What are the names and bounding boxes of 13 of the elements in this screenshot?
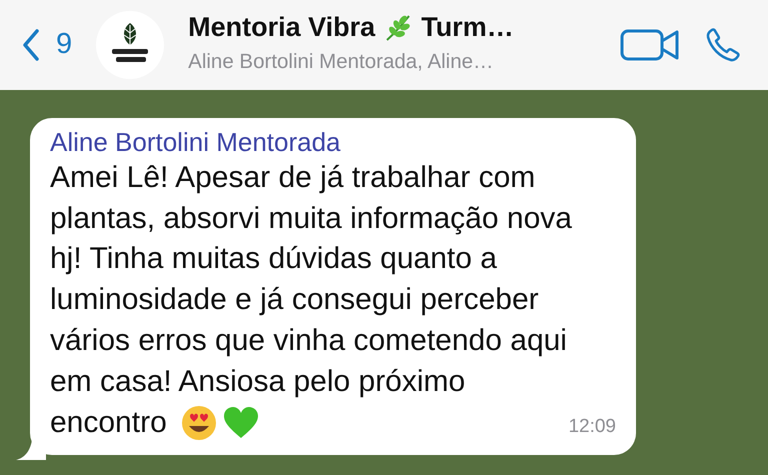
group-title: Mentoria Vibra: [188, 12, 376, 42]
group-avatar[interactable]: [96, 11, 164, 79]
message-time: 12:09: [568, 414, 616, 439]
heart-icon: [222, 406, 259, 440]
back-button[interactable]: 9: [22, 23, 72, 67]
phone-icon[interactable]: [704, 26, 742, 64]
video-call-icon[interactable]: [620, 28, 680, 62]
message-text: encontro: [50, 404, 167, 441]
heart-eyes-emoji-icon: [180, 405, 217, 442]
participants-subtitle: Aline Bortolini Mentorada, Aline…: [188, 48, 495, 75]
chevron-left-icon: [22, 29, 40, 61]
sender-name: Aline Bortolini Mentorada: [50, 128, 342, 158]
group-title: Turm…: [421, 12, 514, 42]
